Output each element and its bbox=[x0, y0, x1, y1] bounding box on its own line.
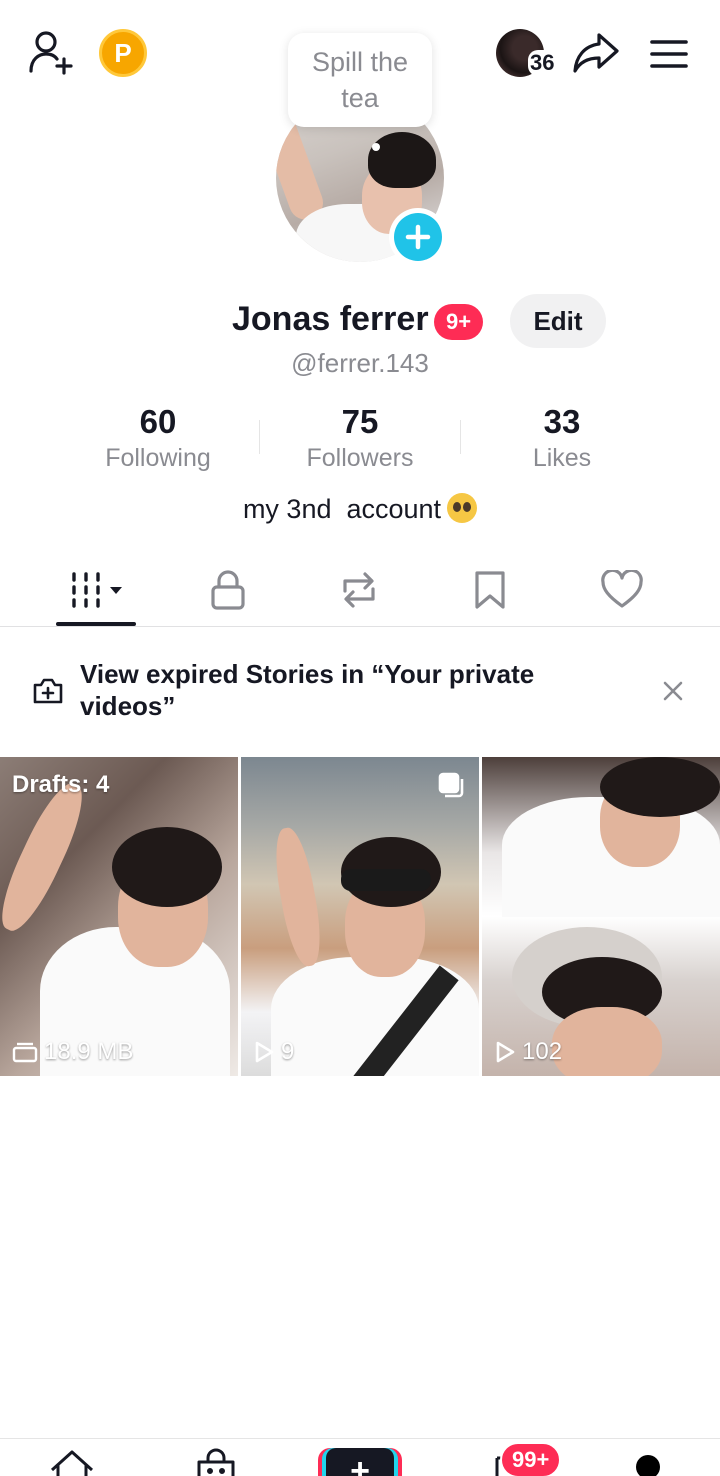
stat-label: Likes bbox=[532, 444, 592, 472]
video-tile-drafts[interactable]: Drafts: 4 18.9 MB bbox=[0, 757, 238, 1076]
stat-value: 60 bbox=[139, 403, 177, 440]
stories-camera-icon bbox=[32, 676, 64, 711]
share-icon[interactable] bbox=[572, 30, 620, 76]
story-count: 36 bbox=[528, 50, 557, 76]
notification-badge[interactable]: 9+ bbox=[434, 304, 484, 340]
drafts-count-label: Drafts: 4 bbox=[12, 771, 110, 798]
add-avatar-button[interactable] bbox=[389, 208, 447, 266]
stat-label: Followers bbox=[306, 444, 414, 472]
teary-face-emoji-icon bbox=[447, 493, 478, 523]
bottom-nav-divider bbox=[0, 1438, 720, 1439]
stat-value: 33 bbox=[543, 403, 581, 440]
tab-videos[interactable] bbox=[46, 560, 146, 620]
drafts-stack-icon bbox=[12, 1042, 38, 1063]
nav-profile[interactable] bbox=[636, 1455, 660, 1476]
tab-private[interactable] bbox=[178, 560, 278, 620]
status-tooltip[interactable]: Spill the tea bbox=[288, 33, 432, 127]
play-icon bbox=[496, 1041, 515, 1063]
close-icon[interactable] bbox=[656, 674, 690, 708]
nav-shop[interactable] bbox=[176, 1448, 256, 1476]
video-thumbnail bbox=[482, 757, 720, 1076]
view-count-text: 9 bbox=[281, 1038, 295, 1065]
stat-followers[interactable]: 75 Followers bbox=[260, 402, 460, 474]
lock-icon bbox=[211, 570, 245, 610]
profile-bio: my 3nd account bbox=[0, 493, 720, 525]
view-count: 9 bbox=[253, 1038, 294, 1066]
expired-stories-banner-text[interactable]: View expired Stories in “Your private vi… bbox=[80, 658, 620, 722]
plus-icon: + bbox=[326, 1448, 394, 1476]
grid-icon bbox=[72, 572, 122, 608]
tab-favorites[interactable] bbox=[440, 560, 540, 620]
tooltip-pointer-dot bbox=[372, 143, 380, 151]
heart-icon bbox=[601, 570, 643, 608]
view-count: 102 bbox=[494, 1038, 562, 1066]
profile-handle: @ferrer.143 bbox=[291, 348, 429, 378]
tab-liked[interactable] bbox=[572, 560, 672, 620]
create-symbol: + bbox=[350, 1452, 370, 1476]
tooltip-text: Spill the tea bbox=[311, 47, 409, 113]
edit-profile-button[interactable]: Edit bbox=[510, 294, 606, 348]
repost-icon bbox=[343, 572, 375, 608]
stat-following[interactable]: 60 Following bbox=[58, 402, 258, 474]
tabs-divider bbox=[0, 626, 720, 627]
stat-likes[interactable]: 33 Likes bbox=[462, 402, 662, 474]
add-friend-icon[interactable] bbox=[26, 28, 78, 76]
coin-icon[interactable]: P bbox=[99, 29, 147, 77]
video-tile[interactable]: 9 bbox=[241, 757, 479, 1076]
bookmark-icon bbox=[475, 571, 505, 609]
multi-photo-icon bbox=[437, 771, 465, 804]
inbox-badge: 99+ bbox=[500, 1442, 562, 1476]
plus-icon bbox=[394, 213, 442, 261]
bio-text: my 3nd account bbox=[242, 494, 442, 524]
profile-name: Jonas ferrer bbox=[232, 300, 429, 338]
nav-home[interactable] bbox=[32, 1448, 112, 1476]
home-icon bbox=[50, 1450, 94, 1476]
drafts-size-text: 18.9 MB bbox=[44, 1038, 134, 1065]
video-thumbnail bbox=[241, 757, 479, 1076]
video-tile[interactable]: 102 bbox=[482, 757, 720, 1076]
stat-label: Following bbox=[105, 444, 211, 472]
shop-bag-icon bbox=[197, 1448, 235, 1476]
stat-value: 75 bbox=[341, 403, 379, 440]
coin-letter: P bbox=[114, 37, 132, 68]
view-count-text: 102 bbox=[522, 1038, 563, 1065]
menu-icon[interactable] bbox=[648, 36, 690, 72]
tab-reposts[interactable] bbox=[309, 560, 409, 620]
play-icon bbox=[255, 1041, 274, 1063]
video-thumbnail bbox=[0, 757, 238, 1076]
create-button[interactable]: + bbox=[318, 1448, 402, 1476]
drafts-size: 18.9 MB bbox=[12, 1038, 133, 1066]
stat-divider bbox=[460, 420, 461, 454]
